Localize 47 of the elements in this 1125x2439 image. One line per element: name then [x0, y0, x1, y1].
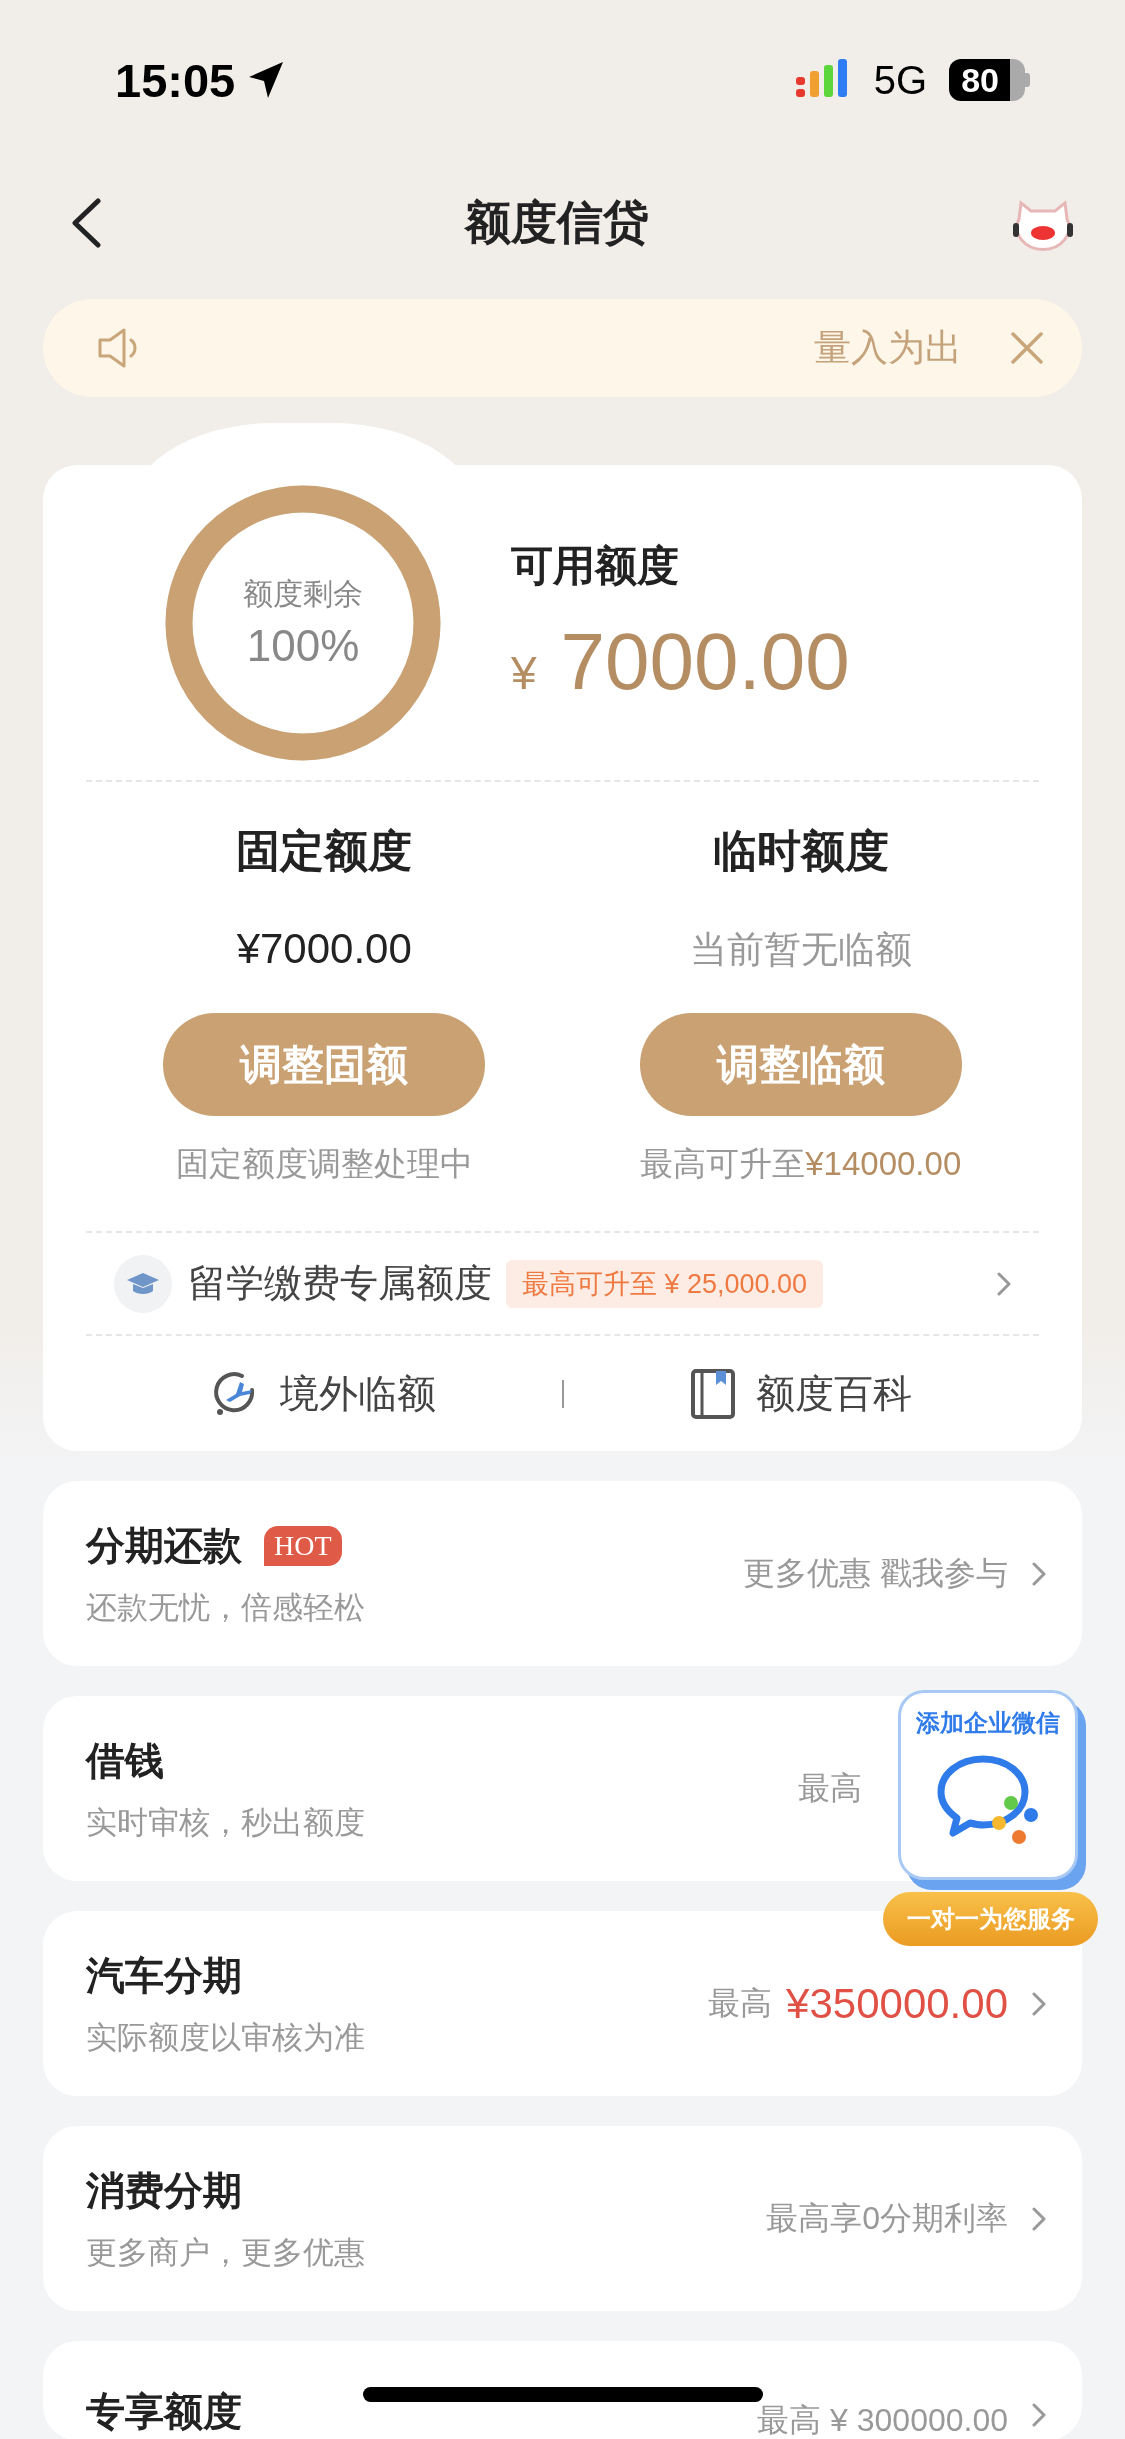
quota-note: 最高可升至¥14000.00 — [640, 1144, 962, 1184]
hot-badge: HOT — [264, 1525, 342, 1566]
page-title: 额度信贷 — [463, 194, 650, 250]
service-title: 消费分期 — [86, 2167, 242, 2214]
ring-label: 额度剩余 — [243, 576, 363, 612]
service-promo: 更多优惠 戳我参与 — [743, 1553, 1008, 1593]
quota-amount: ¥7000.00 — [236, 925, 412, 974]
currency-symbol: ¥ — [511, 645, 537, 700]
network-label: 5G — [873, 57, 928, 103]
clock-time: 15:05 — [115, 52, 236, 108]
available-label: 可用额度 — [511, 540, 680, 591]
service-subtitle: 更多商户，更多优惠 — [86, 2233, 366, 2272]
value-label: 最高 — [798, 1768, 862, 1808]
max-quota-tag: 最高可升至 ¥ 25,000.00 — [506, 1259, 824, 1308]
service-card[interactable]: 消费分期 更多商户，更多优惠 最高享0分期利率 — [43, 2126, 1082, 2311]
location-arrow-icon — [247, 60, 286, 100]
link-label[interactable]: 境外临额 — [279, 1366, 436, 1421]
quota-title: 固定额度 — [236, 825, 413, 877]
service-title: 汽车分期 — [86, 1952, 242, 1999]
chevron-icon — [997, 1271, 1011, 1296]
quota-note: 固定额度调整处理中 — [175, 1144, 473, 1184]
notice-text: 量入为出 — [813, 326, 962, 370]
max-amount: ¥350000.00 — [786, 1979, 1008, 2028]
back-icon[interactable] — [70, 197, 102, 248]
value-label: 最高 — [708, 1983, 773, 2023]
service-promo: 最高 ¥ 300000.00 — [757, 2401, 1008, 2439]
graduation-cap-icon — [125, 1270, 161, 1297]
service-title: 分期还款 — [86, 1522, 242, 1569]
chevron-icon — [1032, 1991, 1046, 2016]
service-card[interactable]: 分期还款 HOT 还款无忧，倍感轻松 更多优惠 戳我参与 — [43, 1481, 1082, 1666]
service-title: 借钱 — [86, 1737, 164, 1784]
service-subtitle: 实时审核，秒出额度 — [86, 1803, 366, 1842]
service-subtitle: 还款无忧，倍感轻松 — [86, 1588, 366, 1627]
available-amount: 7000.00 — [560, 615, 850, 708]
widget-title: 添加企业微信 — [916, 1708, 1060, 1738]
service-title: 专享额度 — [86, 2389, 242, 2435]
chevron-icon — [1032, 2206, 1046, 2231]
service-card[interactable]: 专享额度 最高 ¥ 300000.00 — [43, 2341, 1082, 2439]
service-subtitle: 实际额度以审核为准 — [86, 2018, 366, 2057]
study-quota-label: 留学缴费专属额度 — [188, 1261, 492, 1306]
ring-percent: 100% — [246, 621, 360, 671]
book-icon — [690, 1367, 737, 1420]
service-promo: 最高享0分期利率 — [766, 2198, 1008, 2238]
link-label[interactable]: 额度百科 — [756, 1366, 913, 1421]
chevron-icon — [1032, 1561, 1046, 1586]
quota-title: 临时额度 — [712, 825, 889, 877]
quota-status: 当前暂无临额 — [689, 928, 912, 972]
